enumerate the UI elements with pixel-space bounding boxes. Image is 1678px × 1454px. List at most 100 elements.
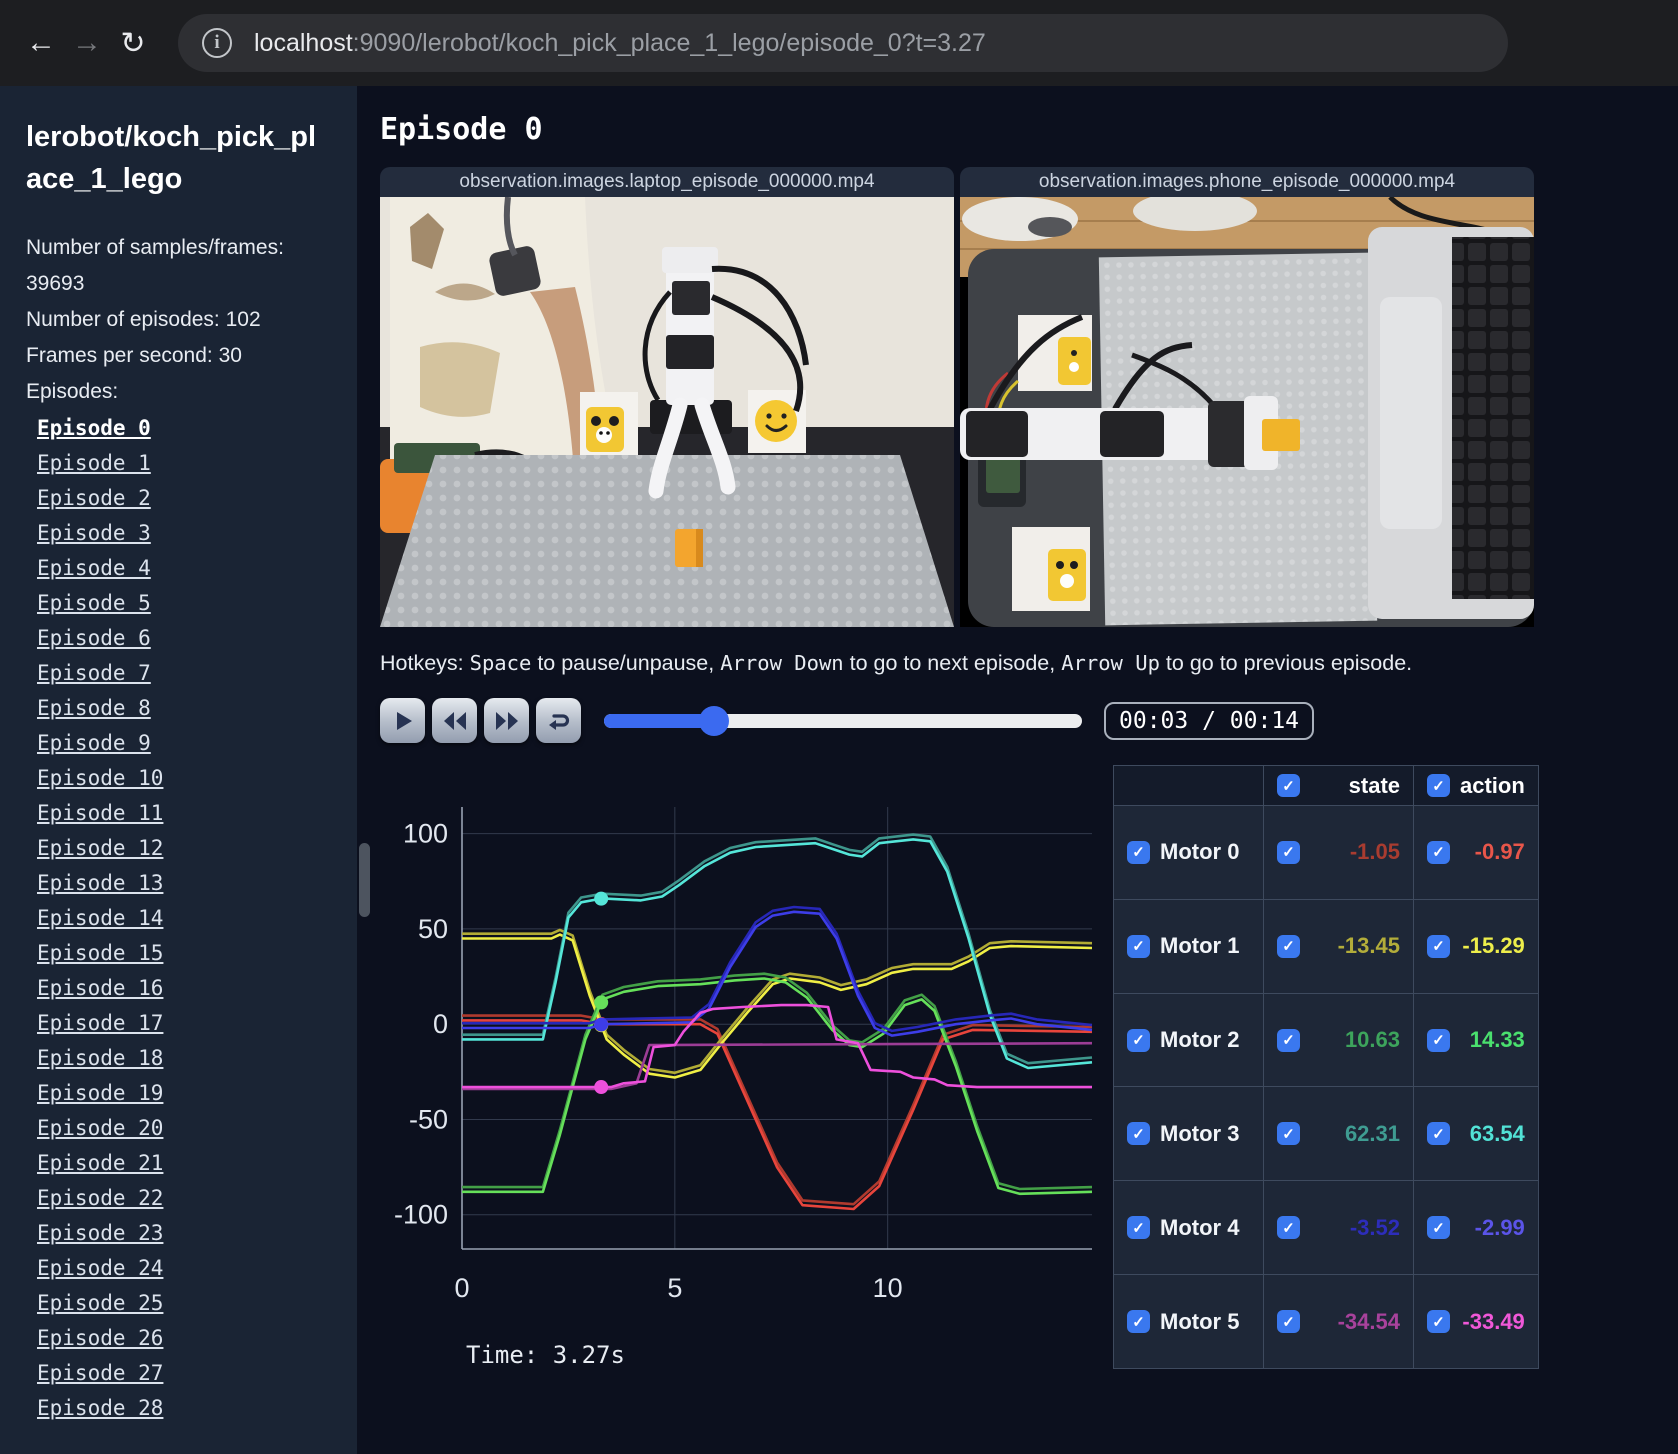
video-laptop[interactable] bbox=[380, 197, 954, 627]
state-cell-checkbox[interactable]: ✓ bbox=[1277, 1310, 1300, 1334]
page-title: Episode 0 bbox=[380, 112, 543, 147]
state-cell-checkbox[interactable]: ✓ bbox=[1277, 934, 1300, 958]
seek-slider[interactable] bbox=[604, 705, 1082, 736]
rewind-icon bbox=[443, 711, 466, 730]
state-cell-checkbox[interactable]: ✓ bbox=[1277, 1028, 1300, 1052]
motor-state-value: 10.63 bbox=[1344, 1027, 1400, 1053]
episode-list-item: Episode 4 bbox=[26, 552, 357, 587]
episode-link[interactable]: Episode 6 bbox=[37, 626, 151, 650]
episode-link[interactable]: Episode 8 bbox=[37, 696, 151, 720]
episode-link[interactable]: Episode 28 bbox=[37, 1396, 163, 1420]
hotkeys-text: Hotkeys: Space to pause/unpause, Arrow D… bbox=[380, 651, 1678, 676]
action-cell-checkbox[interactable]: ✓ bbox=[1427, 1028, 1450, 1052]
action-column-header: action bbox=[1460, 772, 1525, 798]
episode-link[interactable]: Episode 14 bbox=[37, 906, 163, 930]
action-column-checkbox[interactable]: ✓ bbox=[1427, 774, 1450, 797]
episode-link[interactable]: Episode 25 bbox=[37, 1291, 163, 1315]
motor-row-checkbox[interactable]: ✓ bbox=[1127, 1216, 1150, 1240]
svg-text:0: 0 bbox=[454, 1273, 469, 1303]
episode-list-item: Episode 9 bbox=[26, 727, 357, 762]
episode-list-item: Episode 0 bbox=[26, 412, 357, 447]
video-title-phone: observation.images.phone_episode_000000.… bbox=[960, 167, 1534, 197]
fast-forward-button[interactable] bbox=[484, 698, 529, 743]
svg-text:50: 50 bbox=[418, 914, 448, 944]
hotkey-text: to go to next episode, bbox=[843, 651, 1062, 675]
episode-link[interactable]: Episode 18 bbox=[37, 1046, 163, 1070]
episode-list-item: Episode 13 bbox=[26, 867, 357, 902]
episode-link[interactable]: Episode 22 bbox=[37, 1186, 163, 1210]
video-phone[interactable] bbox=[960, 197, 1534, 627]
motor-row-checkbox[interactable]: ✓ bbox=[1127, 1310, 1150, 1334]
episode-link[interactable]: Episode 20 bbox=[37, 1116, 163, 1140]
episode-link[interactable]: Episode 19 bbox=[37, 1081, 163, 1105]
episode-list-item: Episode 15 bbox=[26, 937, 357, 972]
episode-link[interactable]: Episode 27 bbox=[37, 1361, 163, 1385]
episode-link[interactable]: Episode 0 bbox=[37, 416, 151, 440]
episode-link[interactable]: Episode 7 bbox=[37, 661, 151, 685]
play-button[interactable] bbox=[380, 698, 425, 743]
seek-slider-thumb[interactable] bbox=[698, 705, 729, 736]
rewind-button[interactable] bbox=[432, 698, 477, 743]
reload-icon[interactable]: ↻ bbox=[110, 26, 156, 61]
motor-row-checkbox[interactable]: ✓ bbox=[1127, 1028, 1150, 1052]
episode-link[interactable]: Episode 17 bbox=[37, 1011, 163, 1035]
action-cell-checkbox[interactable]: ✓ bbox=[1427, 1122, 1450, 1146]
site-info-icon[interactable]: i bbox=[202, 28, 232, 58]
bottom-row: -100 -50 0 50 100 0 5 10 Time: 3.27s ✓ state ✓ act… bbox=[380, 749, 1678, 1369]
dataset-title: lerobot/koch_pick_place_1_lego bbox=[26, 121, 317, 196]
table-row: ✓ Motor 4 ✓ -3.52 ✓ -2.99 bbox=[1113, 1180, 1539, 1276]
episode-link[interactable]: Episode 24 bbox=[37, 1256, 163, 1280]
hotkey-key: Space bbox=[469, 651, 532, 675]
motor-row-checkbox[interactable]: ✓ bbox=[1127, 934, 1150, 958]
motor-row-checkbox[interactable]: ✓ bbox=[1127, 1122, 1150, 1146]
motor-table: ✓ state ✓ action ✓ Motor 0 ✓ -1.05 ✓ -0.97 ✓ Motor… bbox=[1113, 765, 1539, 1369]
episode-link[interactable]: Episode 1 bbox=[37, 451, 151, 475]
motor-chart[interactable]: -100 -50 0 50 100 0 5 10 bbox=[380, 749, 1095, 1324]
table-row: ✓ Motor 2 ✓ 10.63 ✓ 14.33 bbox=[1113, 992, 1539, 1088]
video-panel-phone: observation.images.phone_episode_000000.… bbox=[960, 167, 1534, 627]
state-cell-checkbox[interactable]: ✓ bbox=[1277, 1216, 1300, 1240]
state-cell-checkbox[interactable]: ✓ bbox=[1277, 840, 1300, 864]
episode-list-item: Episode 1 bbox=[26, 447, 357, 482]
episode-link[interactable]: Episode 9 bbox=[37, 731, 151, 755]
episode-link[interactable]: Episode 26 bbox=[37, 1326, 163, 1350]
forward-icon[interactable]: → bbox=[64, 26, 110, 60]
episode-link[interactable]: Episode 16 bbox=[37, 976, 163, 1000]
action-cell-checkbox[interactable]: ✓ bbox=[1427, 1310, 1450, 1334]
main-content: Episode 0 observation.images.laptop_epis… bbox=[357, 86, 1678, 1454]
back-icon[interactable]: ← bbox=[18, 26, 64, 60]
action-cell-checkbox[interactable]: ✓ bbox=[1427, 934, 1450, 958]
state-cell-checkbox[interactable]: ✓ bbox=[1277, 1122, 1300, 1146]
svg-text:-100: -100 bbox=[394, 1200, 448, 1230]
episode-link[interactable]: Episode 5 bbox=[37, 591, 151, 615]
address-bar[interactable]: i localhost:9090/lerobot/koch_pick_place… bbox=[178, 14, 1508, 72]
episode-link[interactable]: Episode 13 bbox=[37, 871, 163, 895]
episode-list-item: Episode 16 bbox=[26, 972, 357, 1007]
action-cell-checkbox[interactable]: ✓ bbox=[1427, 840, 1450, 864]
loop-button[interactable] bbox=[536, 698, 581, 743]
episode-link[interactable]: Episode 23 bbox=[37, 1221, 163, 1245]
motor-action-value: -2.99 bbox=[1474, 1214, 1525, 1240]
svg-text:10: 10 bbox=[873, 1273, 903, 1303]
action-cell-checkbox[interactable]: ✓ bbox=[1427, 1216, 1450, 1240]
episode-list-item: Episode 28 bbox=[26, 1392, 357, 1427]
motor-row-checkbox[interactable]: ✓ bbox=[1127, 840, 1150, 864]
motor-action-value: -33.49 bbox=[1462, 1308, 1525, 1334]
table-row: ✓ Motor 1 ✓ -13.45 ✓ -15.29 bbox=[1113, 898, 1539, 994]
episode-link[interactable]: Episode 2 bbox=[37, 486, 151, 510]
episode-list-item: Episode 18 bbox=[26, 1042, 357, 1077]
motor-action-value: 63.54 bbox=[1469, 1120, 1525, 1146]
episode-list-item: Episode 22 bbox=[26, 1182, 357, 1217]
table-row: ✓ Motor 3 ✓ 62.31 ✓ 63.54 bbox=[1113, 1086, 1539, 1182]
episode-link[interactable]: Episode 11 bbox=[37, 801, 163, 825]
episode-link[interactable]: Episode 15 bbox=[37, 941, 163, 965]
episode-link[interactable]: Episode 3 bbox=[37, 521, 151, 545]
episode-link[interactable]: Episode 10 bbox=[37, 766, 163, 790]
episode-list-item: Episode 14 bbox=[26, 902, 357, 937]
episode-link[interactable]: Episode 4 bbox=[37, 556, 151, 580]
motor-name: Motor 1 bbox=[1160, 933, 1240, 959]
svg-text:-50: -50 bbox=[409, 1104, 448, 1134]
state-column-checkbox[interactable]: ✓ bbox=[1277, 774, 1300, 797]
episode-link[interactable]: Episode 12 bbox=[37, 836, 163, 860]
episode-link[interactable]: Episode 21 bbox=[37, 1151, 163, 1175]
